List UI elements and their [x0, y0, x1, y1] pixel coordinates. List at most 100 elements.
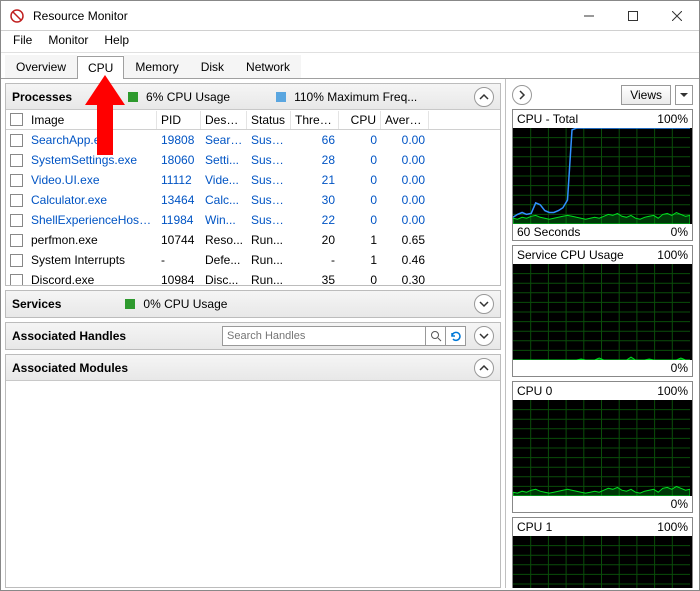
cell-cpu: 1	[339, 232, 381, 248]
chart-max: 100%	[657, 384, 688, 398]
cell-status: Run...	[247, 272, 291, 285]
cell-pid: 19808	[157, 132, 201, 148]
chart-max: 100%	[657, 520, 688, 534]
handles-title: Associated Handles	[12, 329, 126, 343]
cell-avg: 0.00	[381, 172, 429, 188]
window-title: Resource Monitor	[33, 9, 567, 23]
cell-cpu: 1	[339, 252, 381, 268]
row-checkbox[interactable]	[10, 174, 23, 187]
cell-image: SearchApp.exe	[27, 132, 157, 148]
cell-pid: -	[157, 252, 201, 268]
cell-cpu: 0	[339, 152, 381, 168]
chart-2: CPU 0 100% 0%	[512, 381, 693, 513]
chevron-up-icon	[479, 92, 489, 102]
table-row[interactable]: System Interrupts-Defe...Run...-10.46	[6, 250, 500, 270]
chevron-up-icon	[479, 363, 489, 373]
cell-desc: Win...	[201, 212, 247, 228]
row-checkbox[interactable]	[10, 234, 23, 247]
col-desc[interactable]: Descr...	[201, 111, 247, 129]
modules-panel: Associated Modules	[5, 354, 501, 588]
tab-bar: Overview CPU Memory Disk Network	[1, 53, 699, 79]
chevron-down-icon	[479, 299, 489, 309]
table-row[interactable]: Discord.exe10984Disc...Run...3500.30	[6, 270, 500, 285]
table-row[interactable]: SearchApp.exe19808Searc...Susp...6600.00	[6, 130, 500, 150]
handles-expand[interactable]	[474, 326, 494, 346]
cell-image: ShellExperienceHost....	[27, 212, 157, 228]
sidebar-toggle[interactable]	[512, 85, 532, 105]
cell-desc: Defe...	[201, 252, 247, 268]
cell-image: System Interrupts	[27, 252, 157, 268]
row-checkbox[interactable]	[10, 214, 23, 227]
table-row[interactable]: Calculator.exe13464Calc...Susp...3000.00	[6, 190, 500, 210]
views-button[interactable]: Views	[621, 85, 671, 105]
cell-threads: 30	[291, 192, 339, 208]
minimize-button[interactable]	[567, 1, 611, 31]
modules-collapse[interactable]	[474, 358, 494, 378]
tab-cpu[interactable]: CPU	[77, 56, 124, 79]
maximize-button[interactable]	[611, 1, 655, 31]
modules-title: Associated Modules	[12, 361, 128, 375]
services-cpu: 0% CPU Usage	[143, 297, 227, 311]
col-image[interactable]: Image	[27, 111, 157, 129]
cell-status: Susp...	[247, 212, 291, 228]
col-status[interactable]: Status	[247, 111, 291, 129]
row-checkbox[interactable]	[10, 254, 23, 267]
cell-pid: 11984	[157, 212, 201, 228]
chart-title: CPU 0	[517, 384, 552, 398]
tab-memory[interactable]: Memory	[124, 55, 189, 78]
chart-1: Service CPU Usage100%0%	[512, 245, 693, 377]
handles-panel: Associated Handles	[5, 322, 501, 350]
checkbox-all[interactable]	[10, 113, 23, 126]
col-cpu[interactable]: CPU	[339, 111, 381, 129]
cell-threads: 20	[291, 232, 339, 248]
chart-footer-r: 0%	[671, 497, 688, 511]
menu-monitor[interactable]: Monitor	[40, 31, 96, 52]
cell-threads: 28	[291, 152, 339, 168]
chart-title: CPU - Total	[517, 112, 578, 126]
table-row[interactable]: Video.UI.exe11112Vide...Susp...2100.00	[6, 170, 500, 190]
app-icon	[9, 8, 25, 24]
col-pid[interactable]: PID	[157, 111, 201, 129]
services-swatch	[125, 299, 135, 309]
menu-bar: File Monitor Help	[1, 31, 699, 53]
cell-threads: 21	[291, 172, 339, 188]
table-row[interactable]: SystemSettings.exe18060Setti...Susp...28…	[6, 150, 500, 170]
cell-cpu: 0	[339, 212, 381, 228]
row-checkbox[interactable]	[10, 194, 23, 207]
processes-collapse[interactable]	[474, 87, 494, 107]
processes-table: Image PID Descr... Status Threa... CPU A…	[6, 110, 500, 285]
menu-help[interactable]: Help	[96, 31, 137, 52]
row-checkbox[interactable]	[10, 154, 23, 167]
tab-network[interactable]: Network	[235, 55, 301, 78]
cell-image: Discord.exe	[27, 272, 157, 285]
menu-file[interactable]: File	[5, 31, 40, 52]
row-checkbox[interactable]	[10, 274, 23, 286]
cpu-usage-swatch	[128, 92, 138, 102]
chart-max: 100%	[657, 112, 688, 126]
max-freq-swatch	[276, 92, 286, 102]
table-header: Image PID Descr... Status Threa... CPU A…	[6, 110, 500, 130]
table-row[interactable]: perfmon.exe10744Reso...Run...2010.65	[6, 230, 500, 250]
close-button[interactable]	[655, 1, 699, 31]
refresh-button[interactable]	[446, 326, 466, 346]
tab-disk[interactable]: Disk	[190, 55, 235, 78]
chart-title: Service CPU Usage	[517, 248, 624, 262]
col-threads[interactable]: Threa...	[291, 111, 339, 129]
tab-overview[interactable]: Overview	[5, 55, 77, 78]
chart-footer-r: 0%	[671, 361, 688, 375]
cell-pid: 18060	[157, 152, 201, 168]
views-dropdown[interactable]	[675, 85, 693, 105]
cell-desc: Setti...	[201, 152, 247, 168]
cell-image: SystemSettings.exe	[27, 152, 157, 168]
search-handles-input[interactable]	[222, 326, 426, 346]
refresh-icon	[450, 330, 462, 342]
services-expand[interactable]	[474, 294, 494, 314]
cell-cpu: 0	[339, 172, 381, 188]
row-checkbox[interactable]	[10, 134, 23, 147]
processes-title: Processes	[12, 90, 72, 104]
cell-desc: Searc...	[201, 132, 247, 148]
table-row[interactable]: ShellExperienceHost....11984Win...Susp..…	[6, 210, 500, 230]
col-avg[interactable]: Avera...	[381, 111, 429, 129]
search-button[interactable]	[426, 326, 446, 346]
cell-threads: 66	[291, 132, 339, 148]
